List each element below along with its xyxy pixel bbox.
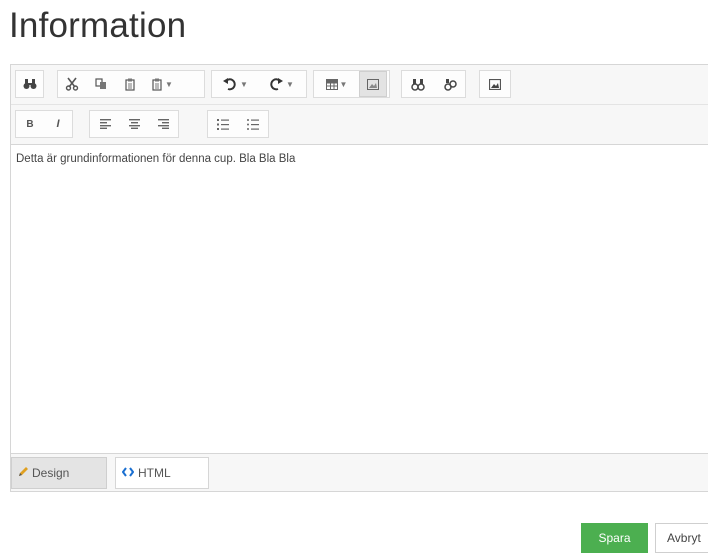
cut-icon[interactable] [58, 71, 86, 97]
page-title: Information [9, 6, 187, 45]
align-group [89, 110, 179, 138]
insert-group: ▼ [313, 70, 390, 98]
editor-content-text[interactable]: Detta är grundinformationen för denna cu… [16, 153, 295, 165]
paste-dropdown-icon[interactable]: ▼ [144, 71, 180, 97]
redo-icon[interactable]: ▼ [258, 71, 304, 97]
unordered-list-icon[interactable] [238, 111, 268, 137]
bold-icon[interactable]: B [16, 111, 44, 137]
clipboard-group: ▼ [57, 70, 205, 98]
table-caret-icon: ▼ [339, 79, 348, 89]
undo-caret-icon: ▼ [240, 79, 248, 89]
code-icon [121, 466, 135, 480]
image-icon[interactable] [480, 71, 510, 97]
tab-html-label: HTML [138, 466, 171, 480]
list-group [207, 110, 269, 138]
find-icon[interactable] [16, 71, 43, 97]
find-group [15, 70, 44, 98]
format-group: B I [15, 110, 73, 138]
dropdown-caret-icon: ▼ [165, 79, 173, 89]
align-center-icon[interactable] [120, 111, 149, 137]
tab-design-label: Design [32, 466, 70, 480]
copy-icon[interactable] [86, 71, 116, 97]
tab-html[interactable]: HTML [115, 457, 209, 489]
editor-toolbar-row-2: B I [11, 105, 708, 145]
rich-text-editor: ▼ ▼ ▼ ▼ B I Detta är grundinformationen … [10, 64, 708, 492]
table-icon[interactable]: ▼ [314, 71, 359, 97]
editor-content-area[interactable]: Detta är grundinformationen för denna cu… [11, 145, 708, 453]
history-group: ▼ ▼ [211, 70, 307, 98]
pencil-icon [17, 466, 29, 481]
cancel-button[interactable]: Avbryt [655, 523, 708, 553]
media-icon[interactable] [359, 71, 387, 97]
save-button[interactable]: Spara [581, 523, 648, 553]
paste-icon[interactable] [116, 71, 144, 97]
align-left-icon[interactable] [90, 111, 120, 137]
editor-mode-bar: Design HTML [11, 453, 708, 491]
image-group [479, 70, 511, 98]
link-group [401, 70, 466, 98]
link-icon[interactable] [402, 71, 434, 97]
editor-toolbar-row-1: ▼ ▼ ▼ ▼ [11, 65, 708, 105]
undo-icon[interactable]: ▼ [212, 71, 258, 97]
align-right-icon[interactable] [149, 111, 178, 137]
unlink-icon[interactable] [434, 71, 465, 97]
italic-icon[interactable]: I [44, 111, 72, 137]
redo-caret-icon: ▼ [286, 79, 294, 89]
ordered-list-icon[interactable] [208, 111, 238, 137]
tab-design[interactable]: Design [11, 457, 107, 489]
